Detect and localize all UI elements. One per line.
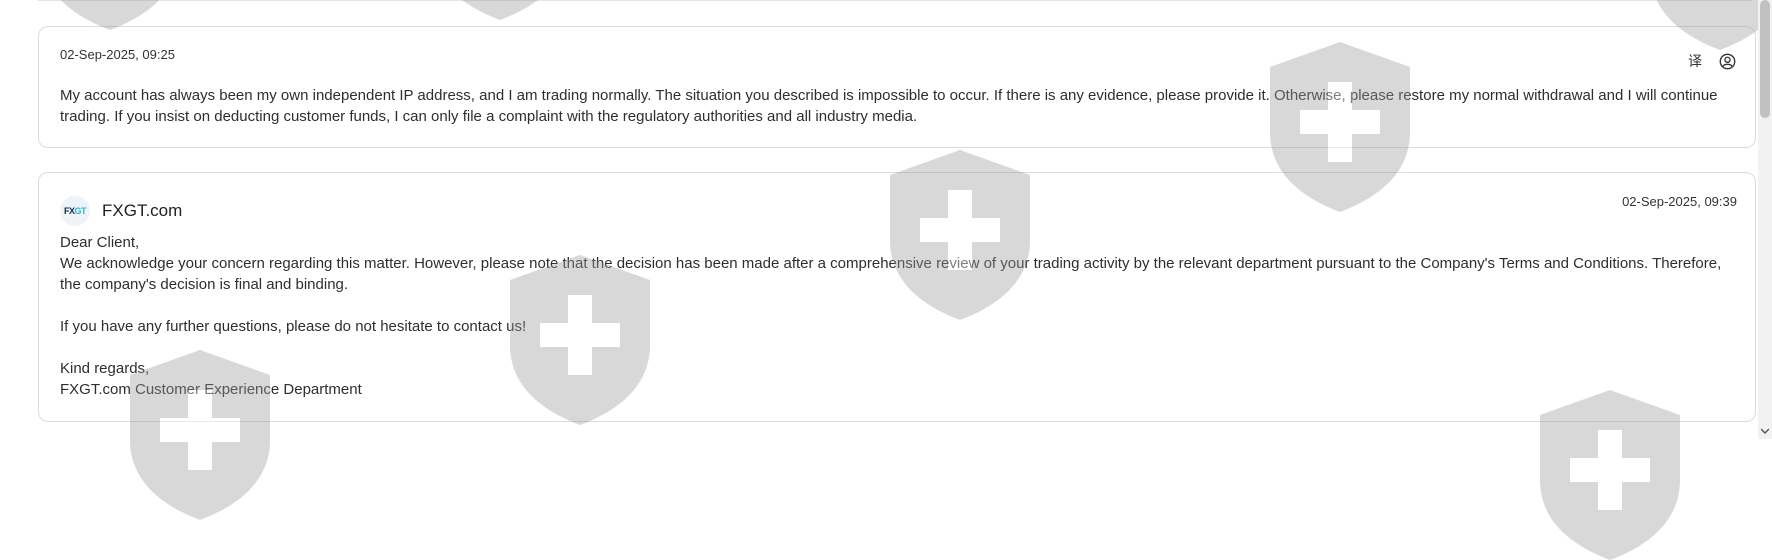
watermark-shield-icon <box>462 0 538 20</box>
translate-glyph: 译 <box>1688 54 1702 70</box>
message-line: Kind regards, <box>60 360 150 377</box>
avatar-text-fx: FX <box>63 206 75 216</box>
message-line: Dear Client, <box>60 234 140 251</box>
message-card-client: 02-Sep-2025, 09:25 译 My account has alwa… <box>38 26 1756 148</box>
top-separator <box>38 0 1752 1</box>
message-body: My account has always been my own indepe… <box>60 85 1737 127</box>
message-line: We acknowledge your concern regarding th… <box>60 255 1722 293</box>
user-circle-icon[interactable] <box>1717 51 1737 71</box>
message-sender: FX GT FXGT.com <box>60 196 182 226</box>
avatar: FX GT <box>60 196 90 226</box>
message-line: FXGT.com Customer Experience Department <box>60 381 362 398</box>
avatar-text-gt: GT <box>74 206 87 216</box>
sender-name: FXGT.com <box>102 201 183 220</box>
scrollbar-thumb[interactable] <box>1760 0 1770 118</box>
message-line: If you have any further questions, pleas… <box>60 318 527 335</box>
scrollbar[interactable] <box>1758 0 1772 439</box>
translate-icon[interactable]: 译 <box>1685 51 1705 71</box>
message-actions: 译 <box>1685 51 1737 71</box>
scroll-down-arrow-icon[interactable] <box>1760 427 1770 435</box>
message-card-fxgt: FX GT FXGT.com 02-Sep-2025, 09:39 Dear Cl… <box>38 172 1756 422</box>
message-paragraph: My account has always been my own indepe… <box>60 87 1718 125</box>
message-timestamp: 02-Sep-2025, 09:25 <box>60 47 175 62</box>
message-body: Dear Client, We acknowledge your concern… <box>60 232 1737 400</box>
message-timestamp: 02-Sep-2025, 09:39 <box>1622 194 1737 209</box>
